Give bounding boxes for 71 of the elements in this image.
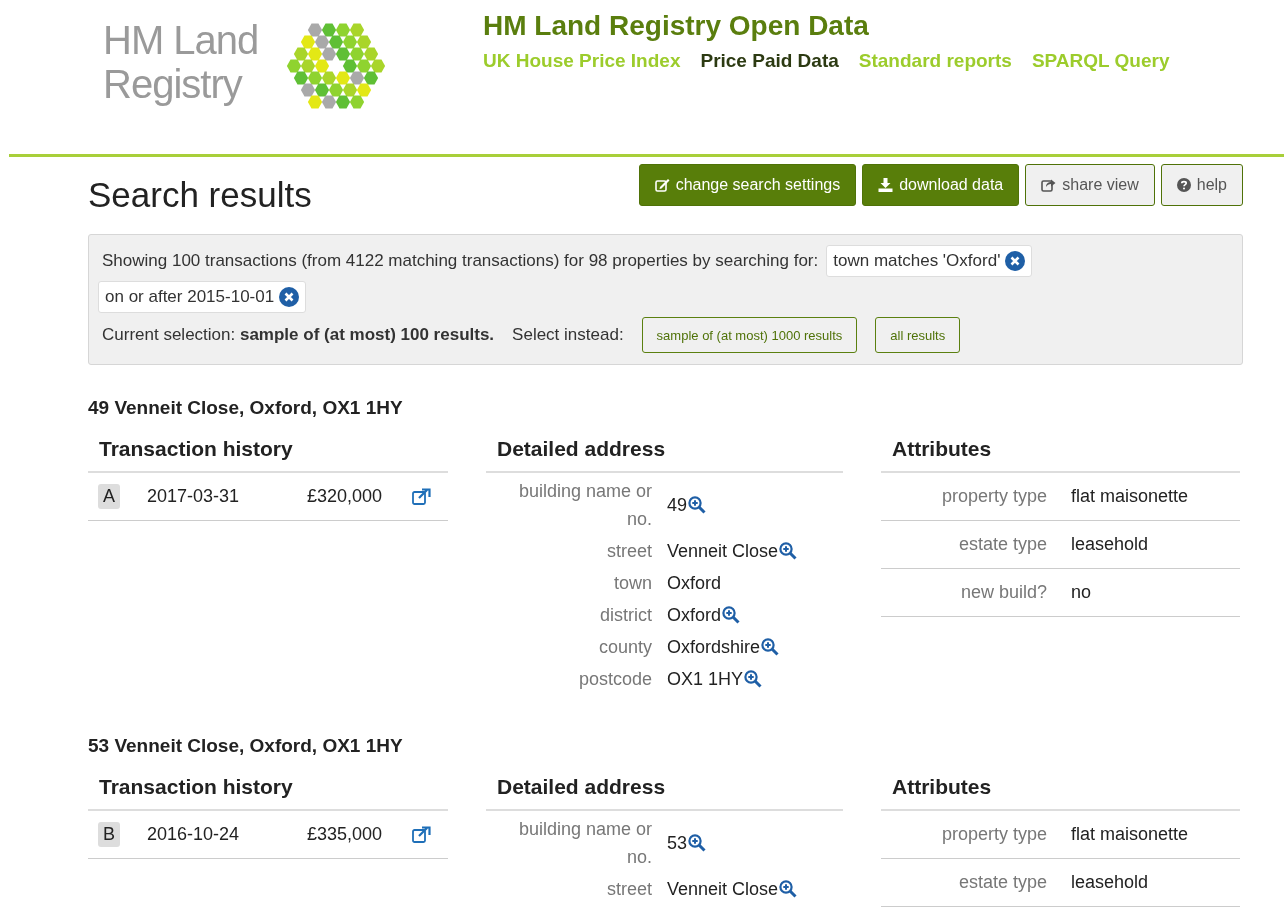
section-heading: Transaction history — [88, 437, 448, 473]
attribute-label: estate type — [957, 872, 1047, 893]
action-button[interactable]: change search settings — [638, 164, 857, 206]
external-link-icon[interactable] — [412, 826, 431, 843]
section-heading: Transaction history — [88, 775, 448, 811]
logo-text: HM Land — [103, 18, 259, 62]
section-heading: Attributes — [881, 775, 1240, 811]
action-button[interactable]: help — [1160, 164, 1243, 206]
search-icon[interactable] — [779, 542, 798, 560]
edit-icon — [654, 178, 670, 192]
field-value: Oxford — [667, 572, 722, 595]
transaction-price: £320,000 — [307, 486, 384, 507]
external-link-icon[interactable] — [412, 488, 431, 505]
field-value: 49 — [667, 494, 688, 517]
property-address: 49 Venneit Close, Oxford, OX1 1HY — [88, 397, 404, 419]
help-icon — [1176, 178, 1191, 192]
action-button[interactable]: share view — [1025, 164, 1155, 206]
field-label: building name or no. — [517, 480, 652, 531]
search-icon[interactable] — [744, 670, 763, 688]
field-label: district — [599, 604, 652, 627]
search-icon[interactable] — [779, 880, 798, 898]
field-value: 53 — [667, 832, 688, 855]
attribute-label: new build? — [959, 582, 1047, 603]
transaction-letter-badge: B — [98, 822, 120, 847]
remove-icon[interactable] — [1005, 251, 1026, 271]
download-icon — [878, 178, 894, 192]
selection-option-button[interactable]: all results — [875, 317, 961, 353]
selection-text: Current selection: sample of (at most) 100 results. — [102, 325, 495, 345]
search-icon[interactable] — [722, 606, 741, 624]
section-heading: Attributes — [881, 437, 1240, 473]
selection-option-button[interactable]: sample of (at most) 1000 results — [641, 317, 858, 353]
page-title: Search results — [88, 175, 312, 215]
filter-tag[interactable]: on or after 2015-10-01 — [98, 281, 307, 313]
action-button[interactable]: download data — [862, 164, 1020, 206]
summary-text: Showing 100 transactions (from 4122 matching transactions) for 98 properties by searching for: — [102, 251, 819, 271]
field-value: OX1 1HY — [667, 668, 744, 691]
remove-icon[interactable] — [279, 287, 300, 307]
site-title[interactable]: HM Land Registry Open Data — [483, 10, 1170, 42]
attribute-label: estate type — [957, 534, 1047, 555]
search-icon[interactable] — [688, 496, 707, 514]
field-label: town — [612, 572, 652, 595]
transaction-date: 2017-03-31 — [147, 486, 241, 507]
field-label: county — [597, 636, 652, 659]
nav-link[interactable]: Price Paid Data — [700, 50, 839, 72]
transaction-letter-badge: A — [98, 484, 120, 509]
field-value: Venneit Close — [667, 540, 779, 563]
property-address: 53 Venneit Close, Oxford, OX1 1HY — [88, 735, 404, 757]
field-label: street — [605, 878, 652, 901]
attribute-value: leasehold — [1071, 872, 1150, 893]
transaction-date: 2016-10-24 — [147, 824, 241, 845]
logo-text: Registry — [103, 62, 244, 106]
field-value: Venneit Close — [667, 878, 779, 901]
field-label: building name or no. — [517, 818, 652, 869]
section-heading: Detailed address — [486, 437, 843, 473]
attribute-value: leasehold — [1071, 534, 1150, 555]
select-instead-label: Select instead: — [512, 325, 624, 345]
attribute-value: flat maisonette — [1071, 824, 1190, 845]
transaction-price: £335,000 — [307, 824, 384, 845]
share-icon — [1041, 178, 1057, 192]
field-label: street — [605, 540, 652, 563]
attribute-label: property type — [940, 486, 1047, 507]
attribute-value: flat maisonette — [1071, 486, 1190, 507]
search-icon[interactable] — [761, 638, 780, 656]
attribute-value: no — [1071, 582, 1093, 603]
field-value: Oxford — [667, 604, 722, 627]
filter-tag[interactable]: town matches 'Oxford' — [826, 245, 1033, 277]
field-value: Oxfordshire — [667, 636, 761, 659]
field-label: postcode — [577, 668, 652, 691]
attribute-label: property type — [940, 824, 1047, 845]
search-icon[interactable] — [688, 834, 707, 852]
section-heading: Detailed address — [486, 775, 843, 811]
